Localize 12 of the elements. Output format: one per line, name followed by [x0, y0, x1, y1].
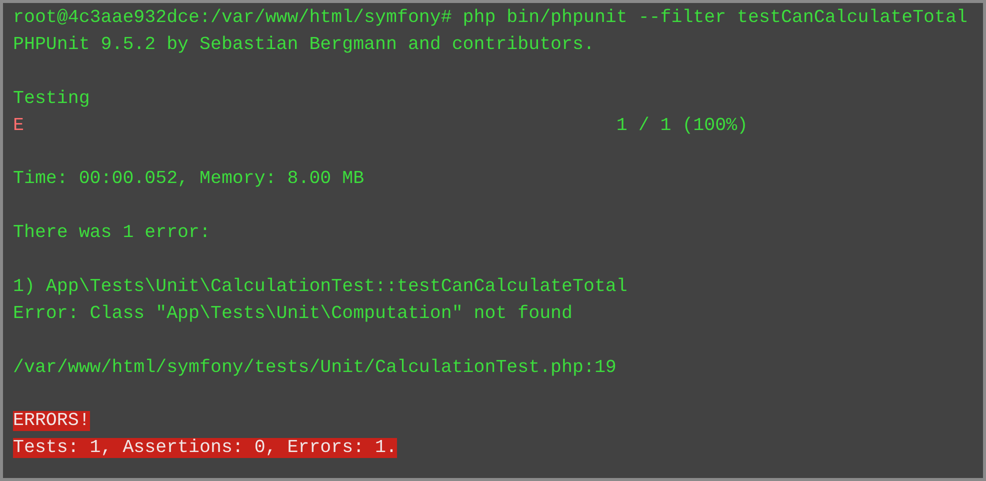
- progress-count: 1 / 1 (100%): [616, 114, 748, 138]
- output-line: /var/www/html/symfony/tests/Unit/CalculationTest.php:19: [13, 358, 616, 378]
- error-banner: ERRORS!: [13, 411, 90, 432]
- output-line: Testing: [13, 88, 90, 109]
- output-line: PHPUnit 9.5.2 by Sebastian Bergmann and contributors.: [13, 34, 594, 55]
- error-banner: Tests: 1, Assertions: 0, Errors: 1.: [13, 438, 397, 458]
- output-line: 1) App\Tests\Unit\CalculationTest::testCanCalculateTotal: [13, 276, 628, 297]
- output-line: root@4c3aae932dce:/var/www/html/symfony# php bin/phpunit --filter testCanCalculateTotal: [13, 8, 968, 28]
- output-line: There was 1 error:: [13, 223, 210, 244]
- output-line: Time: 00:00.052, Memory: 8.00 MB: [13, 169, 364, 190]
- output-line: Error: Class "App\Tests\Unit\Computation" not found: [13, 304, 572, 324]
- error-marker: E: [13, 116, 24, 136]
